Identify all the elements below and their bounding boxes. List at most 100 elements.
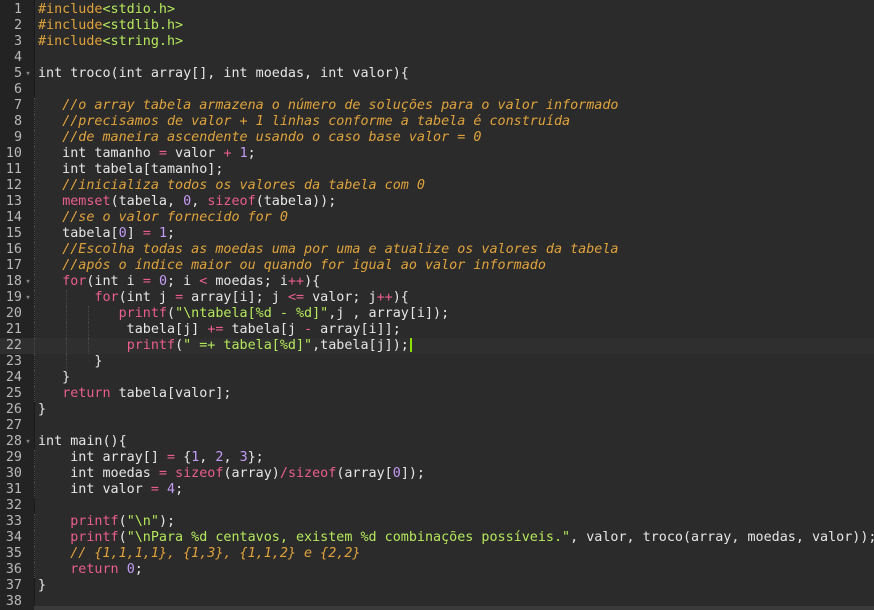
code-line[interactable]: 28 ▾ int main(){: [0, 434, 874, 450]
code-line-text: return 0;: [38, 562, 143, 578]
code-line[interactable]: 21 tabela[j] += tabela[j - array[i]];: [0, 322, 874, 338]
code-token: int valor: [38, 482, 151, 497]
line-number: 18: [5, 274, 22, 289]
code-line[interactable]: 30 int moedas = sizeof(array)/sizeof(arr…: [0, 466, 874, 482]
code-token: 1: [158, 226, 167, 241]
code-line[interactable]: 3 #include<string.h>: [0, 34, 874, 50]
code-line[interactable]: 20 printf("\ntabela[%d - %d]",j , array[…: [0, 306, 874, 322]
code-token: };: [247, 450, 264, 465]
indent-guide: [34, 482, 35, 498]
code-token: =: [150, 482, 159, 497]
line-number: 19: [5, 290, 22, 305]
code-line[interactable]: 33 printf("\n");: [0, 514, 874, 530]
indent-guide: [34, 210, 35, 226]
horizontal-scrollbar[interactable]: [34, 606, 874, 610]
code-line-text: }: [38, 578, 46, 594]
code-line[interactable]: 15 tabela[0] = 1;: [0, 226, 874, 242]
line-number: 29: [5, 450, 22, 465]
line-number: 10: [5, 146, 22, 161]
code-line[interactable]: 16 //Escolha todas as moedas uma por uma…: [0, 242, 874, 258]
code-line[interactable]: 25 return tabela[valor];: [0, 386, 874, 402]
code-token: printf: [70, 530, 119, 545]
code-line-text: //de maneira ascendente usando o caso ba…: [38, 130, 481, 146]
code-line[interactable]: 26}: [0, 402, 874, 418]
code-line[interactable]: 4: [0, 50, 874, 66]
code-line[interactable]: 2 #include<stdlib.h>: [0, 18, 874, 34]
fold-toggle-icon[interactable]: ▾: [24, 66, 32, 82]
code-line[interactable]: 8 //precisamos de valor + 1 linhas confo…: [0, 114, 874, 130]
code-line[interactable]: 9 //de maneira ascendente usando o caso …: [0, 130, 874, 146]
fold-toggle-icon[interactable]: ▾: [24, 290, 32, 306]
code-line[interactable]: 1 #include<stdio.h>: [0, 2, 874, 18]
code-line[interactable]: 36 return 0;: [0, 562, 874, 578]
code-line[interactable]: 22 printf(" =+ tabela[%d]",tabela[j]);: [0, 338, 874, 354]
code-line[interactable]: 7 //o array tabela armazena o número de …: [0, 98, 874, 114]
code-line-text: //precisamos de valor + 1 linhas conform…: [38, 114, 570, 130]
code-token: =: [142, 226, 151, 241]
line-number: 11: [5, 162, 22, 177]
fold-toggle-icon[interactable]: ▾: [24, 434, 32, 450]
code-token: }: [38, 578, 47, 593]
code-line-text: int main(){: [38, 434, 127, 450]
code-line[interactable]: 27: [0, 418, 874, 434]
code-token: ){: [304, 274, 321, 289]
code-token: (int i: [86, 274, 143, 289]
code-token: );: [158, 514, 176, 529]
line-number: 5: [13, 66, 22, 81]
code-line[interactable]: 14 //se o valor fornecido for 0: [0, 210, 874, 226]
code-line[interactable]: 32: [0, 498, 874, 514]
code-line-text: int moedas = sizeof(array)/sizeof(array[…: [38, 466, 425, 482]
code-line[interactable]: 18 ▾ for(int i = 0; i < moedas; i++){: [0, 274, 874, 290]
code-line-text: }: [38, 402, 46, 418]
code-token: array[i]];: [312, 322, 401, 337]
indent-guide: [34, 450, 35, 466]
code-line[interactable]: 23 }: [0, 354, 874, 370]
code-line[interactable]: 31 int valor = 4;: [0, 482, 874, 498]
code-line-text: printf("\ntabela[%d - %d]",j , array[i])…: [38, 306, 450, 322]
line-number: 24: [5, 370, 22, 385]
code-line[interactable]: 17 //após o índice maior ou quando for i…: [0, 258, 874, 274]
code-line[interactable]: 37}: [0, 578, 874, 594]
code-token: 4: [167, 482, 176, 497]
code-line[interactable]: 11 int tabela[tamanho];: [0, 162, 874, 178]
code-token: "\nPara %d centavos, existem %d combinaç…: [126, 530, 571, 545]
code-token: " =+ tabela[%d]": [183, 338, 313, 353]
code-line[interactable]: 10 int tamanho = valor + 1;: [0, 146, 874, 162]
indent-guide: [34, 546, 35, 562]
code-line[interactable]: 35 // {1,1,1,1}, {1,3}, {1,1,2} e {2,2}: [0, 546, 874, 562]
code-line-text: int troco(int array[], int moedas, int v…: [38, 66, 409, 82]
code-line[interactable]: 29 int array[] = {1, 2, 3};: [0, 450, 874, 466]
line-number: 37: [5, 578, 22, 593]
code-token: memset: [62, 194, 111, 209]
code-line[interactable]: 6: [0, 82, 874, 98]
code-token: -: [304, 322, 313, 337]
code-token: <=: [287, 290, 305, 305]
code-token: "\ntabela[%d - %d]": [175, 306, 329, 321]
line-number: 21: [5, 322, 22, 337]
code-area[interactable]: 1 #include<stdio.h> 2 #include<stdlib.h> 3 #i…: [0, 2, 874, 610]
line-number: 15: [5, 226, 22, 241]
code-line[interactable]: 19 ▾ for(int j = array[i]; j <= valor; j+…: [0, 290, 874, 306]
indent-guide: [34, 130, 35, 146]
code-token: ++: [376, 290, 393, 305]
fold-toggle-icon[interactable]: ▾: [24, 274, 32, 290]
code-token: (: [175, 338, 184, 353]
code-token: for: [94, 290, 119, 305]
code-token: =: [158, 466, 167, 481]
code-line[interactable]: 24 }: [0, 370, 874, 386]
code-line[interactable]: 5 ▾ int troco(int array[], int moedas, int…: [0, 66, 874, 82]
code-editor[interactable]: 1 #include<stdio.h> 2 #include<stdlib.h> 3 #i…: [0, 0, 874, 610]
code-token: //o array tabela armazena o número de so…: [62, 98, 619, 113]
text-cursor: [409, 338, 412, 352]
code-line[interactable]: 34 printf("\nPara %d centavos, existem %…: [0, 530, 874, 546]
indent-guide: [34, 274, 35, 290]
code-token: <stdio.h>: [102, 2, 176, 17]
code-token: 3: [239, 450, 248, 465]
code-line[interactable]: 12 //inicializa todos os valores da tabe…: [0, 178, 874, 194]
code-token: ,: [191, 194, 208, 209]
line-number: 33: [5, 514, 22, 529]
code-line[interactable]: 13 memset(tabela, 0, sizeof(tabela));: [0, 194, 874, 210]
